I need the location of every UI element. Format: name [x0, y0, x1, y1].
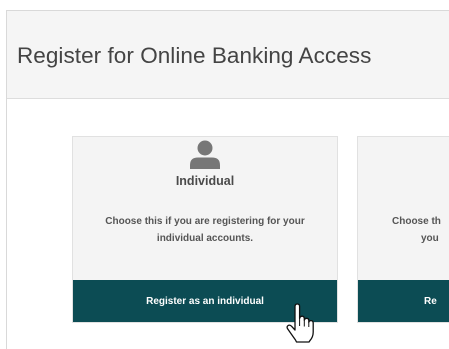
card-description-line: Choose th	[392, 216, 441, 227]
card-description: Choose this if you are registering for y…	[105, 216, 305, 244]
register-business-button[interactable]: Re	[358, 280, 449, 322]
card-title: Individual	[175, 174, 235, 188]
panel-header: Register for Online Banking Access	[7, 11, 449, 99]
register-individual-button[interactable]: Register as an individual	[73, 280, 337, 322]
top-strip	[0, 0, 449, 8]
business-card: Choose th you Re	[357, 136, 449, 323]
individual-card: Individual Choose this if you are regist…	[72, 136, 338, 323]
page-title: Register for Online Banking Access	[17, 43, 372, 68]
card-description-line: you	[421, 233, 439, 244]
user-icon	[190, 140, 220, 169]
app-frame: Register for Online Banking Access Indiv…	[0, 0, 449, 349]
